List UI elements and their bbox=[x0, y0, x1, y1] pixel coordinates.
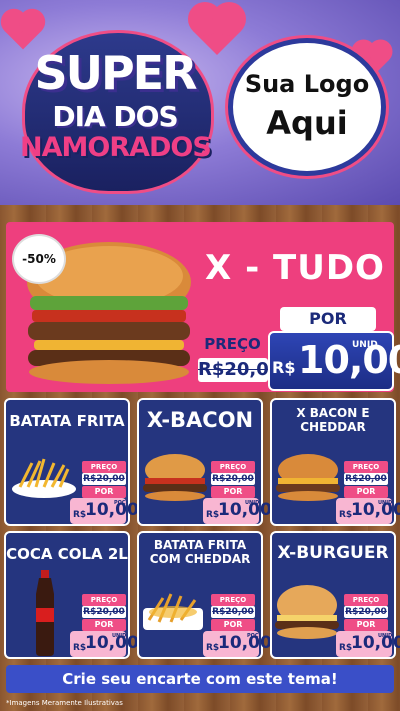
unit: POÇ bbox=[247, 633, 259, 639]
old-price: R$20,00 bbox=[211, 606, 255, 618]
unit: UNID bbox=[112, 633, 127, 639]
preco-label: PREÇO bbox=[211, 461, 255, 473]
price: 10,00 bbox=[351, 500, 400, 520]
logo-text-line1: Sua Logo bbox=[244, 70, 370, 98]
hero-preco-label: PREÇO bbox=[204, 335, 261, 353]
unit: UNID bbox=[245, 500, 260, 506]
preco-label: PREÇO bbox=[344, 594, 388, 606]
product-name: BATATA FRITA COM CHEDDAR bbox=[149, 538, 251, 566]
old-price: R$20,00 bbox=[82, 606, 126, 618]
product-name: X-BACON bbox=[146, 408, 254, 432]
preco-label: PREÇO bbox=[82, 461, 126, 473]
hero-currency: R$ bbox=[272, 358, 296, 377]
fries-cheddar-image bbox=[143, 593, 203, 630]
fries-image bbox=[12, 458, 76, 498]
unit: POÇ bbox=[114, 500, 126, 506]
old-price: R$20,00 bbox=[344, 473, 388, 485]
hero-new-price: 10,00 bbox=[298, 338, 400, 382]
old-price: R$20,00 bbox=[344, 606, 388, 618]
por-label: POR bbox=[211, 619, 255, 631]
hero-product-name: X - TUDO bbox=[205, 248, 385, 288]
burger-image bbox=[276, 454, 340, 501]
unit: UNID bbox=[378, 500, 393, 506]
preco-label: PREÇO bbox=[211, 594, 255, 606]
old-price: R$20,00 bbox=[82, 473, 126, 485]
product-name: BATATA FRITA bbox=[9, 412, 125, 430]
por-label: POR bbox=[211, 486, 255, 498]
por-label: POR bbox=[82, 486, 126, 498]
coca-cola-bottle-image bbox=[36, 570, 54, 656]
price: 10,00 bbox=[85, 500, 139, 520]
product-name: X-BURGUER bbox=[277, 543, 389, 563]
preco-label: PREÇO bbox=[344, 461, 388, 473]
hero-unit: UNID bbox=[352, 340, 378, 350]
discount-badge: -50% bbox=[12, 234, 66, 284]
por-label: POR bbox=[82, 619, 126, 631]
product-name: X BACON E CHEDDAR bbox=[296, 406, 370, 434]
title-dia-dos: DIA DOS bbox=[52, 100, 178, 133]
unit: UNID bbox=[378, 633, 393, 639]
footnote: *Imagens Meramente Ilustrativas bbox=[6, 699, 123, 707]
por-label: POR bbox=[344, 486, 388, 498]
hero-por-label: POR bbox=[280, 307, 376, 331]
logo-text-line2: Aqui bbox=[266, 104, 348, 142]
price: 10,00 bbox=[351, 633, 400, 653]
old-price: R$20,00 bbox=[211, 473, 255, 485]
title-super: SUPER bbox=[34, 46, 197, 100]
por-label: POR bbox=[344, 619, 388, 631]
preco-label: PREÇO bbox=[82, 594, 126, 606]
price: 10,00 bbox=[218, 633, 272, 653]
title-namorados: NAMORADOS bbox=[20, 132, 212, 163]
product-name: COCA COLA 2L bbox=[6, 545, 128, 563]
cta-banner[interactable]: Crie seu encarte com este tema! bbox=[6, 665, 394, 693]
burger-image bbox=[275, 585, 339, 639]
hero-old-price: R$20,00 bbox=[198, 358, 282, 382]
burger-image bbox=[143, 454, 207, 501]
